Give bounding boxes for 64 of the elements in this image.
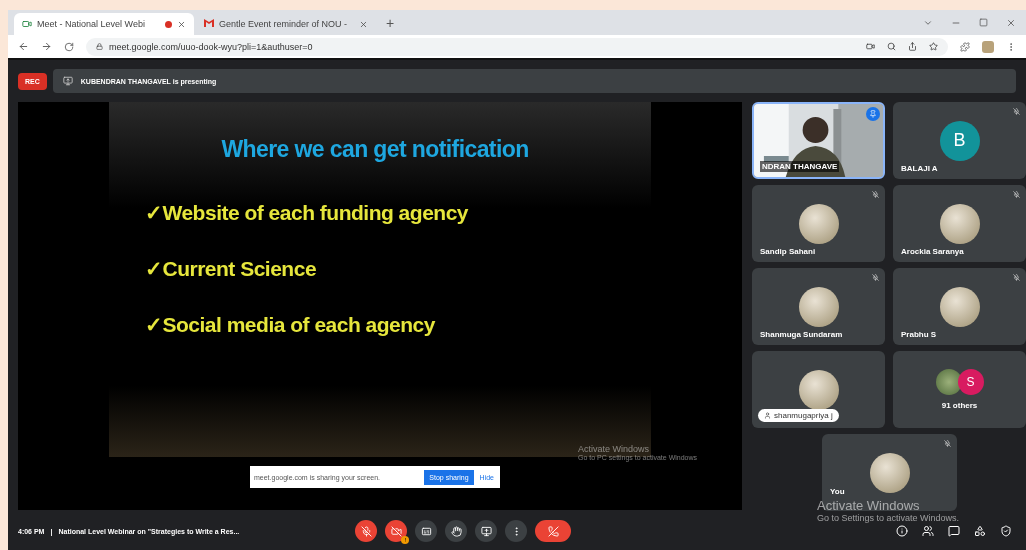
avatar: [869, 452, 910, 493]
participant-name: shanmugapriya j: [774, 411, 833, 420]
watermark-text: Go to Settings to activate Windows.: [817, 513, 960, 523]
new-tab-button[interactable]: +: [378, 14, 403, 31]
browser-tab[interactable]: Gentle Event reminder of NOU -: [196, 13, 376, 35]
close-icon[interactable]: [177, 19, 186, 29]
avatar: [939, 203, 980, 244]
people-icon[interactable]: [922, 525, 934, 537]
avatar: [935, 369, 962, 395]
captions-button[interactable]: [415, 520, 438, 542]
present-icon: [480, 525, 492, 537]
captions-icon: [420, 525, 432, 537]
present-button[interactable]: [475, 520, 498, 542]
close-icon[interactable]: [359, 19, 368, 29]
mic-off-icon: [360, 525, 372, 537]
share-icon[interactable]: [908, 42, 917, 51]
screen-share-icon: [62, 76, 73, 86]
avatar: [798, 203, 839, 244]
video-icon: [22, 19, 32, 29]
mic-off-button[interactable]: [355, 520, 378, 542]
address-bar[interactable]: meet.google.com/uuo-dook-wyu?pli=1&authuser=0: [86, 37, 948, 56]
slide-bullet: ✓Website of each funding agency: [145, 201, 469, 225]
bookmark-star-icon[interactable]: [929, 42, 938, 51]
forward-icon[interactable]: [41, 41, 52, 52]
camera-off-icon: [390, 525, 402, 537]
tab-title: Gentle Event reminder of NOU -: [219, 19, 349, 29]
avatar: [798, 286, 839, 327]
reload-icon[interactable]: [64, 41, 74, 52]
avatar: S: [957, 369, 984, 395]
shield-icon[interactable]: [1000, 525, 1012, 537]
hand-icon: [450, 525, 462, 537]
mail-icon: [204, 19, 214, 29]
slide-bullet: ✓Current Science: [145, 257, 318, 281]
avatar: B: [939, 120, 980, 161]
slide-bullet: ✓Social media of each agency: [145, 313, 436, 337]
info-icon[interactable]: [896, 525, 908, 537]
tab-title: Meet - National Level Webi: [37, 19, 146, 29]
slide-title: Where we can get notification: [221, 136, 529, 163]
chat-icon[interactable]: [948, 525, 960, 537]
phone-icon: [547, 525, 559, 537]
more-options-button[interactable]: [505, 520, 528, 542]
back-icon[interactable]: [18, 41, 29, 52]
watermark-title: Activate Windows: [578, 444, 651, 454]
participant-name: Shanmuga Sundaram: [759, 329, 844, 340]
person-icon: [764, 412, 771, 419]
participant-name: Sandip Sahani: [759, 246, 817, 257]
shapes-icon[interactable]: [974, 525, 986, 537]
participant-name: NDRAN THANGAVE: [760, 161, 840, 172]
close-icon[interactable]: [1006, 17, 1016, 28]
search-icon[interactable]: [887, 42, 896, 51]
camera-icon[interactable]: [866, 42, 875, 51]
raise-hand-button[interactable]: [445, 520, 468, 542]
participant-name: You: [829, 486, 846, 497]
participant-name: BALAJI A: [900, 163, 939, 174]
end-call-button[interactable]: [535, 520, 572, 542]
lock-icon: [96, 43, 103, 50]
others-count: 91 others: [941, 401, 978, 410]
avatar: [798, 369, 839, 410]
browser-tab[interactable]: Meet - National Level Webi: [14, 13, 194, 35]
participant-name: Arockia Saranya: [900, 246, 965, 257]
extensions-icon[interactable]: [960, 41, 970, 52]
participant-name: Prabhu S: [900, 329, 938, 340]
watermark-title: Activate Windows: [817, 498, 921, 513]
avatar: [939, 286, 980, 327]
